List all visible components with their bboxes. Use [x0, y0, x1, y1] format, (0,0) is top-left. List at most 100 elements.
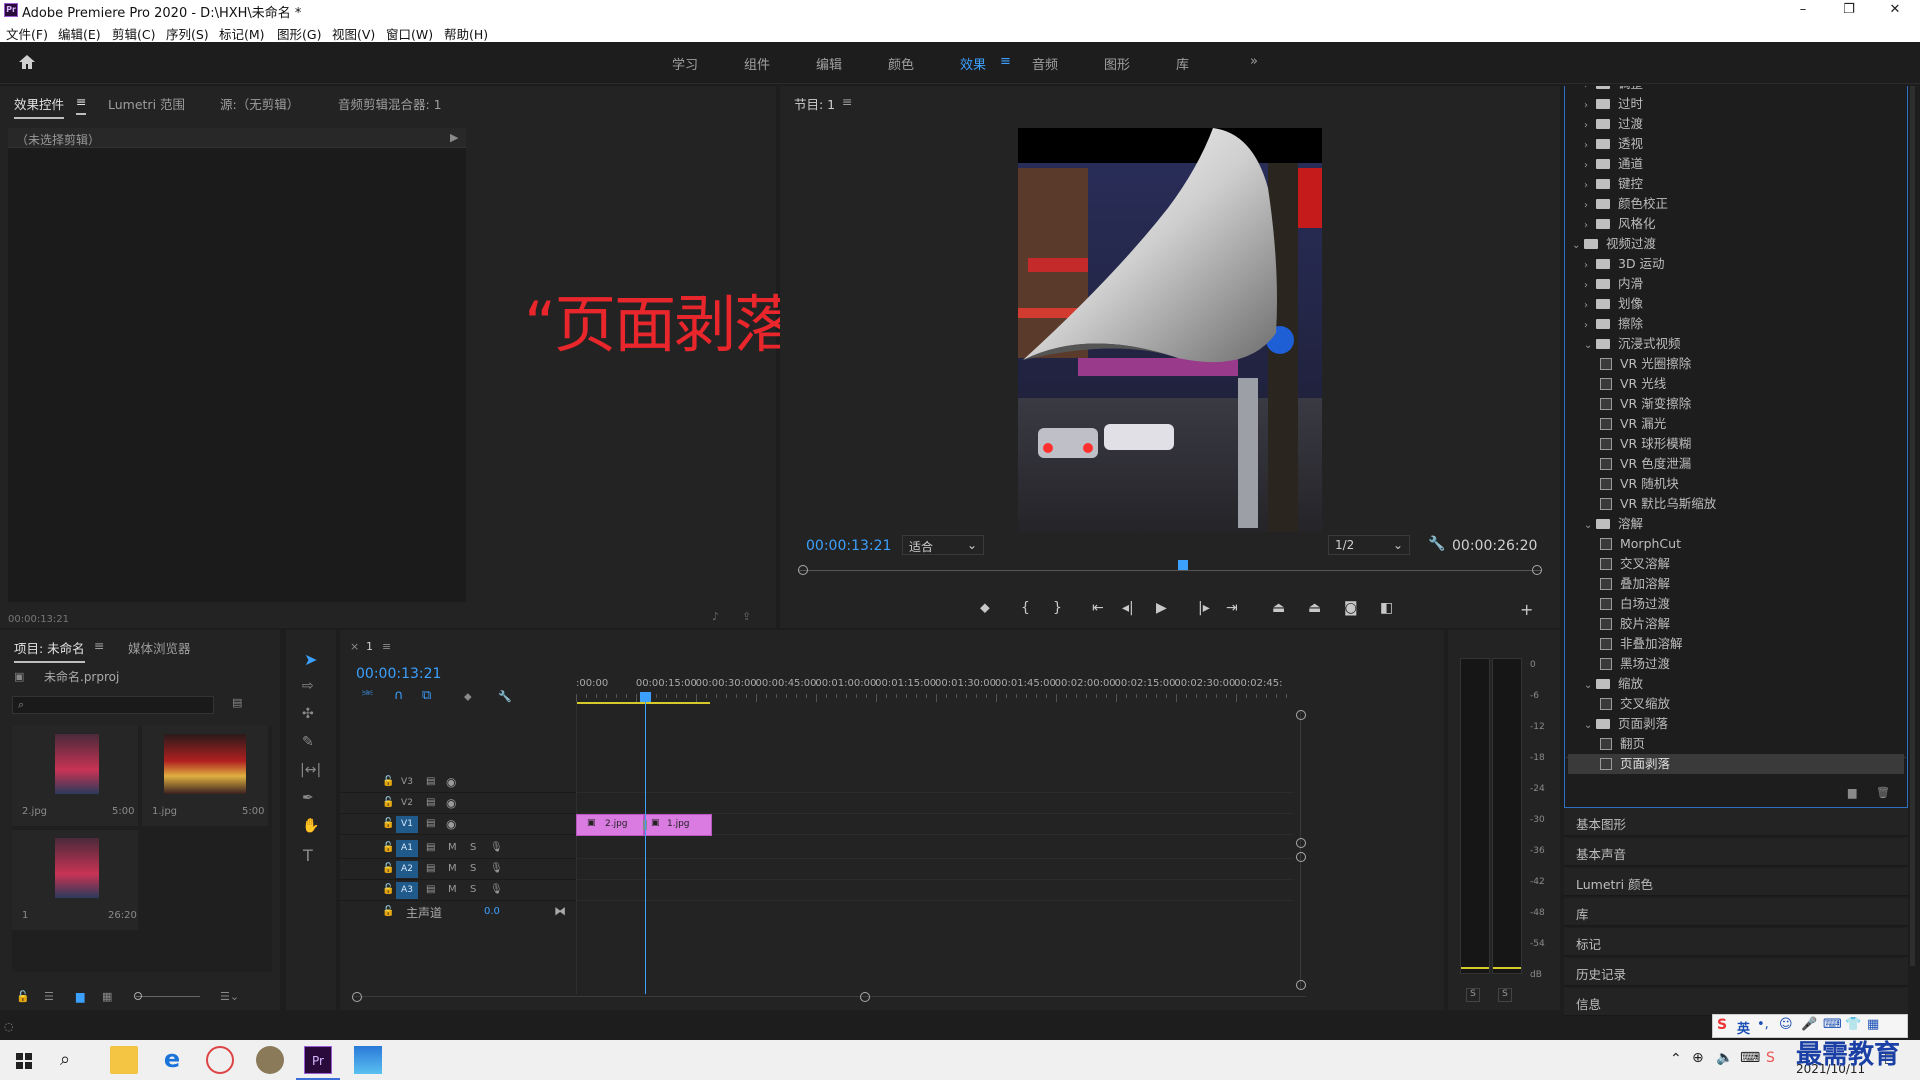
tab-audio-clip-mixer[interactable]: 音频剪辑混合器: 1 — [338, 94, 442, 113]
audio-scroll-handle-bottom[interactable] — [1296, 980, 1306, 990]
search-icon[interactable]: ⌕ — [60, 1049, 88, 1077]
add-marker-icon[interactable]: ⬥ — [980, 600, 990, 616]
effects-folder[interactable]: ⌄ 溶解 — [1584, 514, 1643, 534]
workspace-graphics[interactable]: 图形 — [1104, 54, 1130, 73]
toggle-sync-lock-icon[interactable]: ▤ — [426, 842, 435, 853]
chevron-down-icon[interactable]: ⌄ — [1584, 716, 1596, 736]
minimize-icon[interactable]: – — [1780, 0, 1826, 20]
track-target-button[interactable]: A2 — [396, 861, 418, 878]
zoom-slider[interactable] — [136, 996, 200, 997]
eye-icon[interactable]: ◉ — [446, 796, 456, 810]
track-target-button[interactable]: A1 — [396, 840, 418, 857]
solo-right-button[interactable]: S — [1498, 988, 1512, 1002]
effects-item[interactable]: VR 光圈擦除 — [1600, 354, 1691, 374]
timeline-playhead-line[interactable] — [645, 698, 646, 994]
collapsed-panel-header[interactable]: 信息 — [1564, 988, 1908, 1016]
effects-item[interactable]: VR 渐变擦除 — [1600, 394, 1691, 414]
effects-item[interactable]: VR 随机块 — [1600, 474, 1679, 494]
tray-chevron-icon[interactable]: ⌃ — [1670, 1051, 1682, 1067]
zoom-slider-handle[interactable] — [134, 992, 142, 1000]
ime-menu-icon[interactable]: ▦ — [1867, 1017, 1879, 1032]
effects-item[interactable]: VR 默比乌斯缩放 — [1600, 494, 1716, 514]
app-icon[interactable] — [206, 1046, 234, 1074]
lock-icon[interactable]: 🔓 — [16, 990, 30, 1003]
icon-view-icon[interactable]: ▆ — [76, 990, 84, 1003]
menu-graphics[interactable]: 图形(G) — [277, 24, 321, 43]
chevron-right-icon[interactable]: › — [1584, 116, 1596, 136]
play-icon[interactable]: ▶ — [1156, 600, 1167, 616]
ime-icon[interactable]: ⌨ — [1740, 1050, 1760, 1066]
chevron-right-icon[interactable]: › — [1584, 276, 1596, 296]
premiere-taskbar-icon[interactable]: Pr — [304, 1046, 332, 1074]
track-lane[interactable] — [576, 859, 1294, 880]
right-scrollbar-thumb[interactable] — [1910, 86, 1915, 966]
menu-marker[interactable]: 标记(M) — [219, 24, 265, 43]
menu-window[interactable]: 窗口(W) — [386, 24, 433, 43]
pen-tool-icon[interactable]: ✒ — [302, 790, 314, 806]
go-to-end-icon[interactable]: ⧓ — [554, 904, 566, 918]
toggle-sync-lock-icon[interactable]: ▤ — [426, 797, 435, 808]
tab-effect-controls[interactable]: 效果控件 — [14, 94, 65, 119]
type-tool-icon[interactable]: T — [303, 846, 313, 865]
effects-folder[interactable]: › 过时 — [1584, 94, 1643, 114]
photos-icon[interactable] — [354, 1046, 382, 1074]
chevron-right-icon[interactable]: › — [1584, 216, 1596, 236]
ime-skin-icon[interactable]: 👕 — [1845, 1017, 1861, 1032]
menu-file[interactable]: 文件(F) — [6, 24, 48, 43]
mute-button[interactable]: M — [448, 842, 457, 853]
delete-icon[interactable]: 🗑 — [1876, 786, 1890, 799]
workspace-menu-icon[interactable]: ≡ — [1000, 54, 1011, 69]
clip-2jpg[interactable]: ▣ 2.jpg — [576, 814, 644, 836]
menu-edit[interactable]: 编辑(E) — [58, 24, 101, 43]
clip-1jpg[interactable]: ▣ 1.jpg — [644, 814, 712, 836]
scrubber-in-handle[interactable] — [798, 565, 808, 575]
chevron-right-icon[interactable]: › — [1584, 256, 1596, 276]
sogou-ime-icon[interactable]: S — [1717, 1017, 1727, 1033]
chevron-down-icon[interactable]: ⌄ — [1572, 236, 1584, 256]
h-scroll-handle-right[interactable] — [860, 992, 870, 1002]
track-lane[interactable] — [576, 793, 1294, 814]
workspace-learn[interactable]: 学习 — [672, 54, 698, 73]
button-editor-plus-icon[interactable]: + — [1520, 600, 1533, 619]
chevron-right-icon[interactable]: › — [1584, 96, 1596, 116]
track-lock-icon[interactable]: 🔓 — [382, 776, 394, 787]
freeform-view-icon[interactable]: ▦ — [102, 990, 112, 1003]
menu-sequence[interactable]: 序列(S) — [166, 24, 209, 43]
effects-item[interactable]: 交叉缩放 — [1600, 694, 1670, 714]
ime-voice-icon[interactable]: 🎤 — [1801, 1017, 1817, 1032]
workspace-edit[interactable]: 编辑 — [816, 54, 842, 73]
workspace-effects[interactable]: 效果 — [960, 54, 986, 73]
sort-icon[interactable]: ☰⌄ — [220, 990, 239, 1003]
effects-folder[interactable]: ›调整 — [1584, 86, 1643, 94]
go-to-in-icon[interactable]: ⇤ — [1092, 600, 1104, 616]
share-icon[interactable]: ⇪ — [742, 610, 751, 623]
effects-item[interactable]: 胶片溶解 — [1600, 614, 1670, 634]
track-lane[interactable] — [576, 838, 1294, 859]
fit-dropdown[interactable]: 适合 ⌄ — [902, 535, 984, 555]
chevron-right-icon[interactable]: › — [1584, 316, 1596, 336]
compare-view-icon[interactable]: ◧ — [1380, 600, 1393, 616]
collapsed-panel-header[interactable]: Lumetri 颜色 — [1564, 868, 1908, 896]
toggle-sync-lock-icon[interactable]: ▤ — [426, 884, 435, 895]
volume-icon[interactable]: 🔈 — [1716, 1050, 1733, 1066]
razor-tool-icon[interactable]: ✎ — [302, 734, 314, 750]
toggle-sync-lock-icon[interactable]: ▤ — [426, 818, 435, 829]
tab-lumetri-scopes[interactable]: Lumetri 范围 — [108, 94, 185, 113]
workspace-assembly[interactable]: 组件 — [744, 54, 770, 73]
effects-item[interactable]: MorphCut — [1600, 534, 1681, 554]
solo-button[interactable]: S — [470, 863, 476, 874]
tab-project[interactable]: 项目: 未命名 — [14, 638, 85, 663]
program-playhead[interactable] — [1178, 560, 1188, 570]
workspace-libraries[interactable]: 库 — [1176, 54, 1189, 73]
mute-button[interactable]: M — [448, 884, 457, 895]
track-lock-icon[interactable]: 🔓 — [382, 818, 394, 829]
effects-item[interactable]: VR 光线 — [1600, 374, 1666, 394]
tab-media-browser[interactable]: 媒体浏览器 — [128, 638, 191, 657]
windows-start-icon[interactable] — [10, 1046, 38, 1074]
video-scroll-handle-top[interactable] — [1296, 710, 1306, 720]
ime-punct-icon[interactable]: •, — [1757, 1017, 1769, 1032]
effects-item[interactable]: 非叠加溶解 — [1600, 634, 1683, 654]
effects-item[interactable]: VR 色度泄漏 — [1600, 454, 1691, 474]
effects-item[interactable]: VR 漏光 — [1600, 414, 1666, 434]
slip-tool-icon[interactable]: |↔| — [300, 762, 321, 778]
